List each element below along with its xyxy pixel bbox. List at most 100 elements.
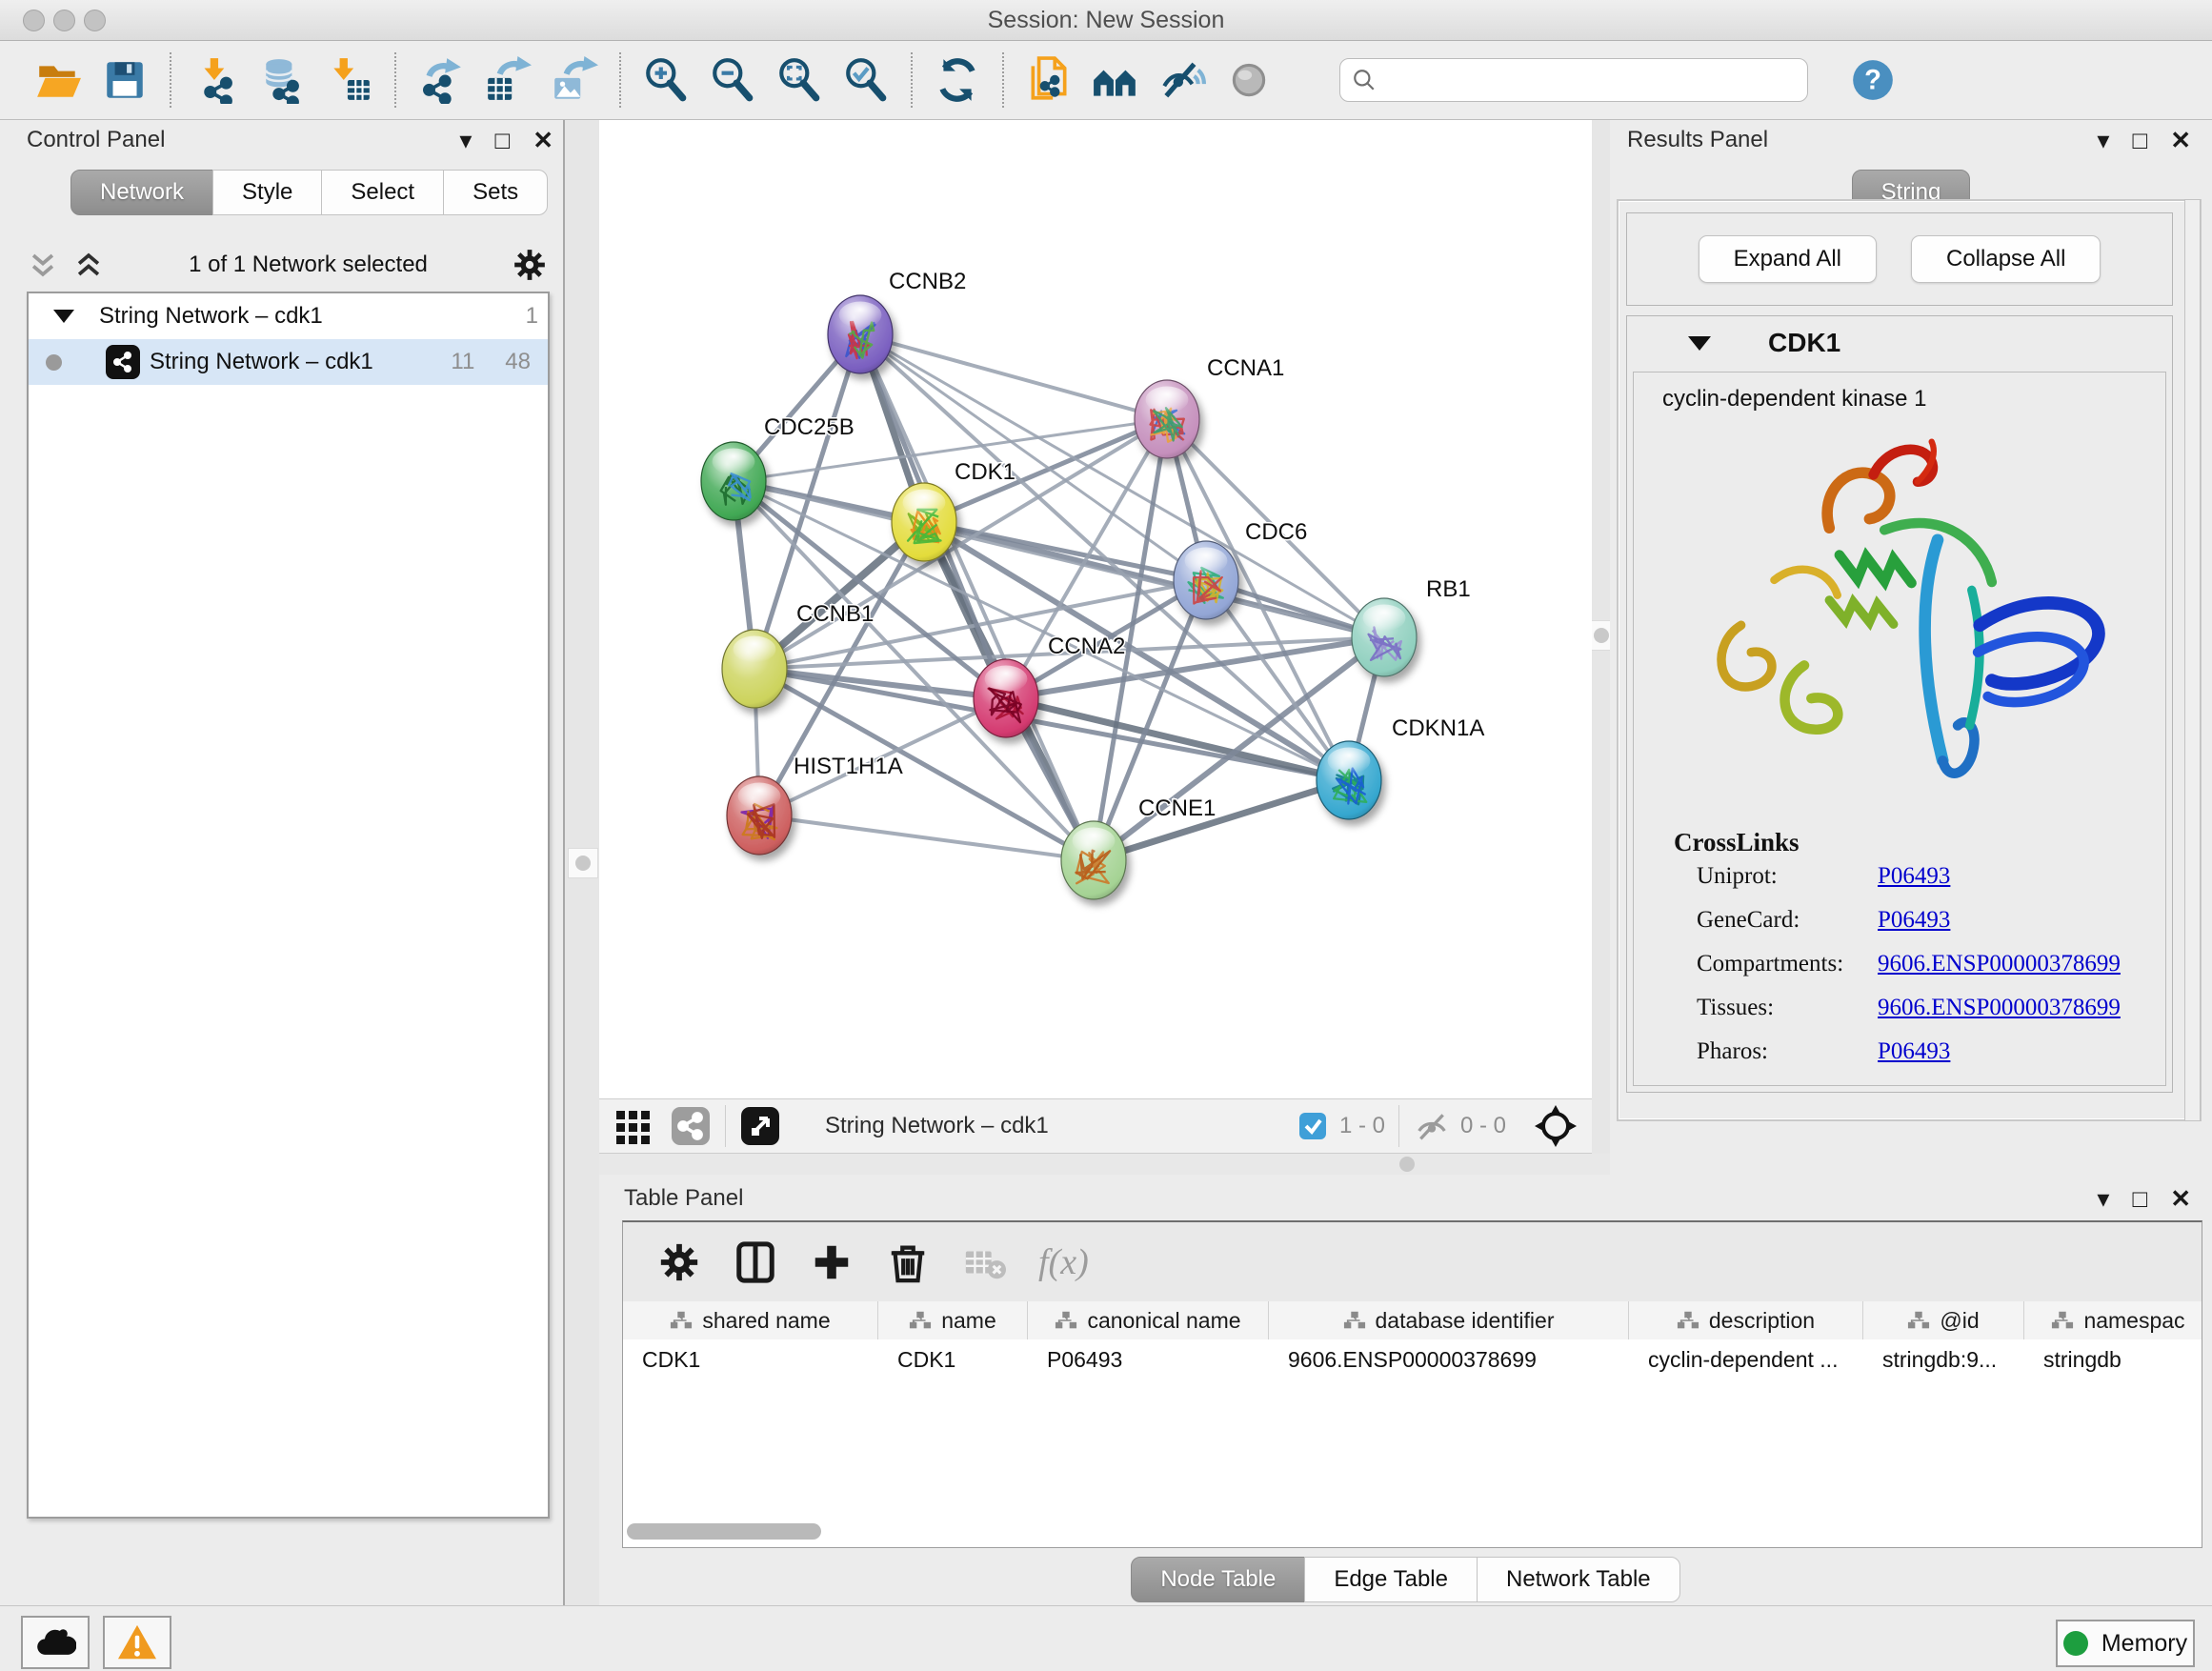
table-cell[interactable]: CDK1: [878, 1339, 1028, 1379]
selected-checkbox-icon[interactable]: [1297, 1111, 1328, 1141]
show-all-icon[interactable]: [1220, 51, 1277, 109]
column-header-@id[interactable]: @id: [1863, 1301, 2024, 1339]
left-splitter-grip[interactable]: [568, 848, 598, 878]
warning-button[interactable]: [103, 1616, 171, 1669]
network-edge[interactable]: [860, 334, 1094, 860]
network-edge[interactable]: [860, 334, 1384, 637]
detach-view-icon[interactable]: [739, 1105, 781, 1147]
expand-all-button[interactable]: Expand All: [1699, 235, 1877, 283]
table-gear-icon[interactable]: [657, 1240, 701, 1284]
collapse-all-button[interactable]: Collapse All: [1911, 235, 2101, 283]
show-columns-icon[interactable]: [734, 1240, 777, 1284]
crosslink-link[interactable]: P06493: [1878, 907, 1950, 934]
table-cell[interactable]: cyclin-dependent ...: [1629, 1339, 1863, 1379]
table-cell[interactable]: CDK1: [623, 1339, 878, 1379]
crosslink-link[interactable]: P06493: [1878, 1038, 1950, 1065]
table-row[interactable]: CDK1CDK1P064939606.ENSP00000378699cyclin…: [623, 1339, 2202, 1379]
cloud-button[interactable]: [21, 1616, 90, 1669]
crosslink-link[interactable]: 9606.ENSP00000378699: [1878, 951, 2121, 977]
table-cell[interactable]: 9606.ENSP00000378699: [1269, 1339, 1629, 1379]
string-view-icon[interactable]: [670, 1105, 712, 1147]
export-image-icon[interactable]: [546, 51, 603, 109]
birdseye-icon[interactable]: [1533, 1103, 1579, 1149]
function-builder-icon: f(x): [1038, 1241, 1089, 1283]
horizontal-splitter[interactable]: [599, 1154, 1610, 1175]
grid-view-icon[interactable]: [613, 1105, 654, 1147]
help-icon[interactable]: ?: [1844, 51, 1901, 109]
panel-menu-icon[interactable]: ▾: [459, 126, 472, 155]
import-network-database-icon[interactable]: [254, 51, 312, 109]
delete-column-icon[interactable]: [886, 1240, 930, 1284]
crosslink-link[interactable]: P06493: [1878, 863, 1950, 890]
panel-float-icon[interactable]: □: [2132, 1184, 2147, 1214]
table-cell[interactable]: P06493: [1028, 1339, 1269, 1379]
panel-menu-icon[interactable]: ▾: [2097, 126, 2109, 155]
tab-style[interactable]: Style: [212, 170, 322, 215]
crosslink-link[interactable]: 9606.ENSP00000378699: [1878, 995, 2121, 1021]
memory-status-icon: [2063, 1631, 2088, 1656]
export-network-icon[interactable]: [412, 51, 470, 109]
tab-network[interactable]: Network: [70, 170, 213, 215]
panel-float-icon[interactable]: □: [494, 126, 510, 155]
attribute-tree-icon: [1055, 1310, 1077, 1331]
zoom-in-icon[interactable]: [637, 51, 694, 109]
node-label-RB1: RB1: [1426, 576, 1471, 602]
import-network-file-icon[interactable]: [188, 51, 245, 109]
add-column-icon[interactable]: [810, 1240, 854, 1284]
gear-icon[interactable]: [512, 247, 548, 283]
collection-expander-icon[interactable]: [53, 310, 74, 323]
panel-close-icon[interactable]: ✕: [2170, 1184, 2191, 1214]
column-header-name[interactable]: name: [878, 1301, 1028, 1339]
right-splitter[interactable]: [1592, 120, 1610, 1175]
refresh-layout-icon[interactable]: [929, 51, 986, 109]
export-table-icon[interactable]: [479, 51, 536, 109]
first-neighbors-icon[interactable]: [1087, 51, 1144, 109]
horizontal-splitter-grip[interactable]: [1399, 1157, 1415, 1172]
panel-close-icon[interactable]: ✕: [2170, 126, 2191, 155]
hide-selected-icon[interactable]: [1154, 51, 1211, 109]
column-header-database-identifier[interactable]: database identifier: [1269, 1301, 1629, 1339]
network-node-HIST1H1A[interactable]: HIST1H1A: [727, 754, 903, 855]
tab-network-table[interactable]: Network Table: [1477, 1557, 1680, 1602]
column-header-shared-name[interactable]: shared name: [623, 1301, 878, 1339]
network-canvas[interactable]: CCNB2CCNA1CDC25BCDK1CDC6RB1CCNB1CCNA2CDK…: [599, 120, 1592, 1098]
zoom-out-icon[interactable]: [704, 51, 761, 109]
network-row[interactable]: String Network – cdk1 11 48: [29, 339, 548, 385]
zoom-fit-icon[interactable]: [771, 51, 828, 109]
new-network-from-selection-icon[interactable]: [1020, 51, 1077, 109]
panel-close-icon[interactable]: ✕: [533, 126, 553, 155]
tab-edge-table[interactable]: Edge Table: [1304, 1557, 1478, 1602]
toolbar-separator: [911, 52, 913, 108]
tab-node-table[interactable]: Node Table: [1131, 1557, 1305, 1602]
zoom-selected-icon[interactable]: [837, 51, 895, 109]
network-collection-row[interactable]: String Network – cdk1 1: [29, 293, 548, 339]
panel-float-icon[interactable]: □: [2132, 126, 2147, 155]
panel-menu-icon[interactable]: ▾: [2097, 1184, 2109, 1214]
expand-all-icon[interactable]: [72, 249, 105, 281]
table-cell[interactable]: stringdb: [2024, 1339, 2212, 1379]
table-h-scrollbar[interactable]: [627, 1523, 821, 1540]
save-session-icon[interactable]: [96, 51, 153, 109]
column-header-canonical-name[interactable]: canonical name: [1028, 1301, 1269, 1339]
crosslink-label: Tissues:: [1697, 995, 1878, 1021]
network-node-CCNA1[interactable]: CCNA1: [1135, 355, 1284, 458]
results-scrollbar[interactable]: [2184, 199, 2201, 1121]
network-node-RB1[interactable]: RB1: [1352, 576, 1471, 676]
search-input[interactable]: [1377, 67, 1796, 94]
network-edge[interactable]: [1094, 780, 1349, 860]
collapse-all-icon[interactable]: [27, 249, 59, 281]
hidden-eye-icon[interactable]: [1413, 1107, 1451, 1145]
table-cell[interactable]: stringdb:9...: [1863, 1339, 2024, 1379]
tab-select[interactable]: Select: [321, 170, 444, 215]
left-splitter[interactable]: [563, 120, 601, 1606]
import-table-file-icon[interactable]: [321, 51, 378, 109]
network-edge[interactable]: [759, 815, 1094, 860]
open-file-icon[interactable]: [30, 51, 87, 109]
entry-expander-icon[interactable]: [1688, 336, 1711, 351]
memory-button[interactable]: Memory: [2056, 1620, 2195, 1667]
column-header-description[interactable]: description: [1629, 1301, 1863, 1339]
network-node-CDKN1A[interactable]: CDKN1A: [1317, 715, 1484, 819]
tab-sets[interactable]: Sets: [443, 170, 548, 215]
toolbar-search[interactable]: [1339, 58, 1808, 102]
column-header-namespac[interactable]: namespac: [2024, 1301, 2212, 1339]
